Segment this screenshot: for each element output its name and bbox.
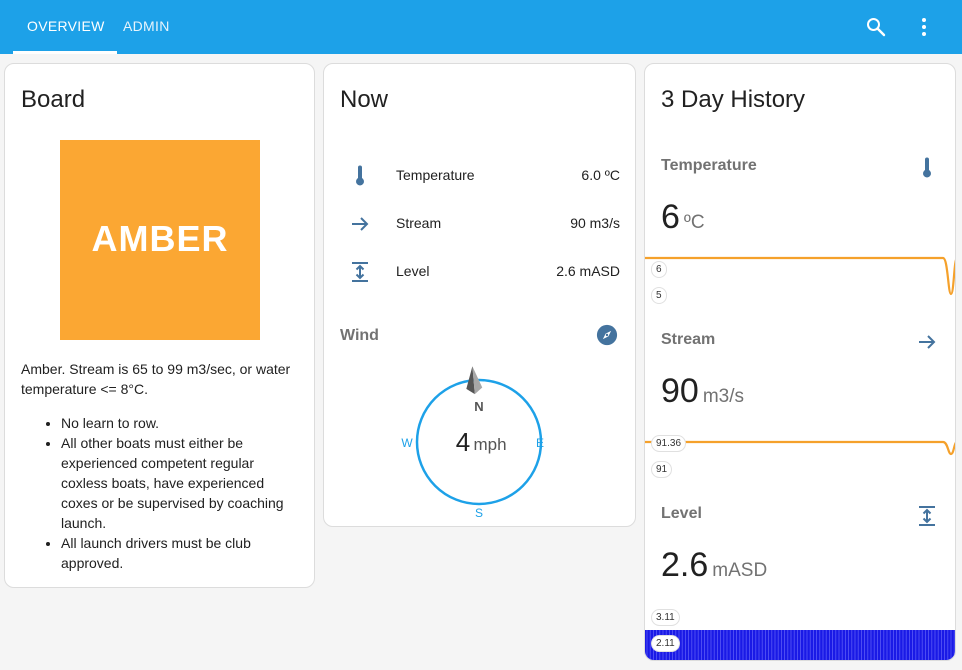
wind-title: Wind	[340, 327, 379, 344]
list-item: All launch drivers must be club approved…	[61, 533, 301, 573]
history-stream-value: 90 m3/s	[661, 372, 744, 411]
level-row[interactable]: Level 2.6 mASD	[324, 252, 635, 292]
arrow-expand-vertical-icon	[352, 262, 368, 282]
history-level-unit: mASD	[712, 560, 768, 581]
history-level-number: 2.6	[661, 546, 709, 584]
board-title: Board	[21, 86, 86, 113]
temperature-label: Temperature	[396, 167, 475, 183]
history-stream-number: 90	[661, 372, 699, 410]
temperature-max-label: 6	[651, 261, 667, 278]
wind-speed-unit: mph	[473, 435, 506, 454]
board-description: Amber. Stream is 65 to 99 m3/sec, or wat…	[21, 361, 291, 397]
compass-n-label: N	[474, 399, 483, 414]
history-title: 3 Day History	[661, 86, 806, 113]
level-min-label: 2.11	[651, 635, 680, 652]
amber-flag-text: AMBER	[91, 218, 229, 259]
board-rules-list: No learn to row. All other boats must ei…	[41, 413, 301, 573]
arrow-right-icon	[919, 335, 936, 349]
compass-e-label: E	[536, 436, 544, 450]
history-temperature-number: 6	[661, 198, 680, 236]
level-value: 2.6 mASD	[556, 263, 620, 279]
temperature-value: 6.0 ºC	[581, 167, 620, 183]
history-card: 3 Day History Temperature 6 ºC 6 5 Stream…	[644, 63, 956, 661]
dots-vertical-icon[interactable]	[912, 15, 936, 39]
arrow-expand-vertical-icon	[919, 506, 935, 526]
magnify-icon[interactable]	[864, 15, 888, 39]
compass-icon[interactable]	[596, 324, 618, 346]
temperature-history-graph[interactable]	[645, 250, 956, 302]
list-item: All other boats must either be experienc…	[61, 433, 301, 533]
history-level-name: Level	[661, 505, 702, 522]
board-card: Board AMBER Amber. Stream is 65 to 99 m3…	[4, 63, 315, 588]
wind-speed-value: 4	[456, 427, 470, 457]
history-temperature-unit: ºC	[683, 212, 705, 233]
compass-s-label: S	[475, 506, 483, 520]
wind-compass: N E S W 4 mph	[401, 366, 544, 520]
now-title: Now	[340, 86, 389, 113]
amber-flag-image: AMBER	[60, 140, 260, 340]
top-app-bar: OVERVIEW ADMIN	[0, 0, 962, 54]
stream-max-label: 91.36	[651, 435, 687, 452]
thermometer-icon	[923, 157, 931, 178]
stream-min-label: 91	[651, 461, 673, 478]
stream-value: 90 m3/s	[570, 215, 620, 231]
stream-row[interactable]: Stream 90 m3/s	[324, 204, 635, 244]
temperature-min-label: 5	[651, 287, 667, 304]
history-temperature-value: 6 ºC	[661, 198, 705, 237]
history-temperature-name: Temperature	[661, 157, 757, 174]
thermometer-icon	[356, 165, 364, 186]
tab-overview[interactable]: OVERVIEW	[13, 0, 117, 54]
stream-label: Stream	[396, 215, 442, 231]
history-stream-name: Stream	[661, 331, 716, 348]
now-card: Now Temperature 6.0 ºC Stream 90 m3/s Le…	[323, 63, 636, 527]
history-stream-unit: m3/s	[702, 386, 745, 407]
level-label: Level	[396, 263, 430, 279]
history-level-value: 2.6 mASD	[661, 546, 767, 585]
level-max-label: 3.11	[651, 609, 680, 626]
level-history-graph[interactable]	[645, 630, 956, 661]
list-item: No learn to row.	[61, 413, 301, 433]
temperature-row[interactable]: Temperature 6.0 ºC	[324, 156, 635, 196]
tab-admin[interactable]: ADMIN	[123, 0, 170, 54]
compass-w-label: W	[401, 436, 413, 450]
stream-history-graph[interactable]	[645, 434, 956, 486]
arrow-right-icon	[352, 217, 369, 231]
